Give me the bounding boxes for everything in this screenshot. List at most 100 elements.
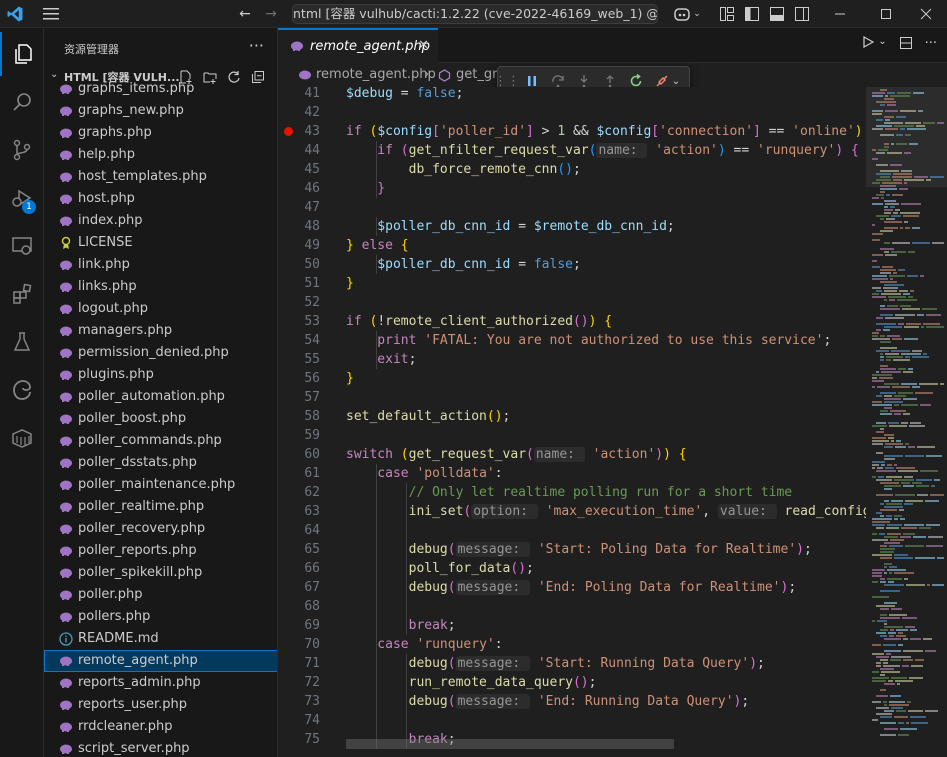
minimap-line [886, 218, 895, 220]
file-item[interactable]: poller_commands.php [44, 430, 277, 452]
code-line[interactable]: 52 [278, 293, 866, 312]
toggle-secondary-sidebar-icon[interactable] [791, 4, 813, 24]
code-line[interactable]: 42 [278, 103, 866, 122]
chevron-down-icon[interactable]: ⌄ [878, 36, 886, 54]
explorer-icon[interactable] [0, 32, 44, 76]
file-item[interactable]: rrdcleaner.php [44, 716, 277, 738]
toggle-panel-icon[interactable] [766, 4, 788, 24]
command-center-title[interactable]: ntml [容器 vulhub/cacti:1.2.22 (cve-2022-4… [292, 4, 658, 24]
file-item[interactable]: host.php [44, 188, 277, 210]
remote-explorer-icon[interactable] [0, 224, 44, 268]
tab-remote-agent[interactable]: remote_agent.php ✕ [278, 28, 438, 63]
source-control-icon[interactable] [0, 128, 44, 172]
file-item[interactable]: permission_denied.php [44, 342, 277, 364]
file-item[interactable]: link.php [44, 254, 277, 276]
horizontal-scrollbar[interactable] [346, 739, 674, 749]
code-line[interactable]: 45 db_force_remote_cnn(); [278, 160, 866, 179]
code-line[interactable]: 49} else { [278, 236, 866, 255]
copilot-icon[interactable]: ⌄ [670, 4, 704, 24]
file-item[interactable]: graphs_items.php [44, 78, 277, 100]
code-line[interactable]: 63 ini_set(option: 'max_execution_time',… [278, 502, 866, 521]
testing-icon[interactable] [0, 320, 44, 364]
file-item[interactable]: poller_automation.php [44, 386, 277, 408]
minimap-line [894, 464, 897, 466]
file-item[interactable]: remote_agent.php [44, 650, 277, 672]
code-line[interactable]: 58 set_default_action(); [278, 407, 866, 426]
file-item[interactable]: script_server.php [44, 738, 277, 757]
code-line[interactable]: 44 if (get_nfilter_request_var(name: 'ac… [278, 141, 866, 160]
file-item[interactable]: README.md [44, 628, 277, 650]
code-line[interactable]: 48 $poller_db_cnn_id = $remote_db_cnn_id… [278, 217, 866, 236]
code-line[interactable]: 67 debug(message: 'End: Poling Data for … [278, 578, 866, 597]
code-line[interactable]: 54 print 'FATAL: You are not authorized … [278, 331, 866, 350]
code-line[interactable]: 53 if (!remote_client_authorized()) { [278, 312, 866, 331]
breadcrumb-file[interactable]: remote_agent.php [316, 67, 436, 82]
toggle-primary-sidebar-icon[interactable] [741, 4, 763, 24]
file-item[interactable]: managers.php [44, 320, 277, 342]
close-icon[interactable]: ✕ [418, 38, 429, 53]
code-line[interactable]: 57 [278, 388, 866, 407]
file-item[interactable]: poller_recovery.php [44, 518, 277, 540]
file-item[interactable]: logout.php [44, 298, 277, 320]
file-item[interactable]: poller_boost.php [44, 408, 277, 430]
split-editor-icon[interactable] [899, 36, 913, 54]
run-icon[interactable] [862, 35, 875, 54]
code-line[interactable]: 65 debug(message: 'Start: Poling Data fo… [278, 540, 866, 559]
menu-icon[interactable] [40, 4, 62, 24]
file-item[interactable]: host_templates.php [44, 166, 277, 188]
file-item[interactable]: pollers.php [44, 606, 277, 628]
file-item[interactable]: poller_maintenance.php [44, 474, 277, 496]
file-item[interactable]: poller_realtime.php [44, 496, 277, 518]
code-line[interactable]: 55 exit; [278, 350, 866, 369]
file-item[interactable]: graphs_new.php [44, 100, 277, 122]
file-item[interactable]: index.php [44, 210, 277, 232]
code-line[interactable]: 70 case 'runquery': [278, 635, 866, 654]
code-line[interactable]: 56} [278, 369, 866, 388]
file-item[interactable]: poller.php [44, 584, 277, 606]
more-actions-icon[interactable]: ··· [925, 36, 937, 54]
file-item[interactable]: plugins.php [44, 364, 277, 386]
code-editor[interactable]: 41 $debug = false; 42 43 if ($config['poller… [278, 87, 866, 757]
file-item[interactable]: help.php [44, 144, 277, 166]
code-line[interactable]: 71 debug(message: 'Start: Running Data Q… [278, 654, 866, 673]
file-item[interactable]: poller_spikekill.php [44, 562, 277, 584]
file-item[interactable]: graphs.php [44, 122, 277, 144]
code-line[interactable]: 62 // Only let realtime polling run for … [278, 483, 866, 502]
code-line[interactable]: 68 [278, 597, 866, 616]
back-arrow-icon[interactable]: ← [234, 4, 256, 24]
code-line[interactable]: 73 debug(message: 'End: Running Data Que… [278, 692, 866, 711]
file-item[interactable]: reports_user.php [44, 694, 277, 716]
containers-icon[interactable] [0, 416, 44, 460]
minimap[interactable] [866, 87, 947, 757]
file-item[interactable]: poller_dsstats.php [44, 452, 277, 474]
maximize-button[interactable] [863, 0, 909, 28]
file-item[interactable]: LICENSE [44, 232, 277, 254]
code-line[interactable]: 74 [278, 711, 866, 730]
more-actions-icon[interactable]: ··· [249, 36, 264, 55]
customize-layout-icon[interactable] [716, 4, 738, 24]
file-item[interactable]: poller_reports.php [44, 540, 277, 562]
close-window-button[interactable] [905, 0, 947, 28]
run-and-debug-icon[interactable]: 1 [0, 176, 44, 220]
code-line[interactable]: 72 run_remote_data_query(); [278, 673, 866, 692]
file-item[interactable]: links.php [44, 276, 277, 298]
code-line[interactable]: 41 $debug = false; [278, 87, 866, 103]
search-icon[interactable] [0, 80, 44, 124]
line-number: 41 [304, 87, 320, 101]
code-line[interactable]: 46 } [278, 179, 866, 198]
code-line[interactable]: 64 [278, 521, 866, 540]
code-line[interactable]: 47 [278, 198, 866, 217]
code-line[interactable]: 61 case 'polldata': [278, 464, 866, 483]
code-line[interactable]: 59 [278, 426, 866, 445]
code-line[interactable]: 69 break; [278, 616, 866, 635]
minimize-button[interactable] [817, 0, 863, 28]
code-line[interactable]: 66 poll_for_data(); [278, 559, 866, 578]
file-item[interactable]: reports_admin.php [44, 672, 277, 694]
code-line[interactable]: 51} [278, 274, 866, 293]
extensions-icon[interactable] [0, 272, 44, 316]
code-line[interactable]: 50 $poller_db_cnn_id = false; [278, 255, 866, 274]
code-line[interactable]: 60 switch (get_request_var(name: 'action'… [278, 445, 866, 464]
forward-arrow-icon[interactable]: → [260, 4, 282, 24]
edge-devtools-icon[interactable] [0, 368, 44, 412]
code-line[interactable]: 43 if ($config['poller_id'] > 1 && $confi… [278, 122, 866, 141]
